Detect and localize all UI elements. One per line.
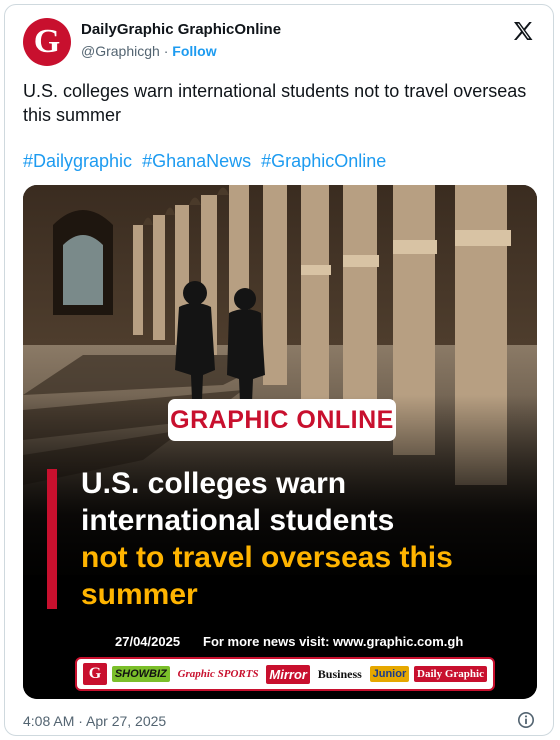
publication-logo: G — [83, 663, 107, 685]
headline-line: summer — [81, 578, 198, 611]
author-handle[interactable]: @Graphicgh — [81, 43, 160, 59]
info-icon[interactable] — [517, 711, 535, 729]
publication-logo: Graphic SPORTS — [177, 668, 259, 680]
media-visit-text: For more news visit: www.graphic.com.gh — [203, 634, 464, 649]
publication-logo: SHOWBIZ — [111, 666, 170, 682]
headline-line: not to travel overseas this — [81, 541, 453, 574]
publication-logo: Junior — [369, 666, 410, 682]
media-image[interactable]: GRAPHIC ONLINE U.S. colleges warn intern… — [23, 185, 537, 699]
handle-row: @Graphicgh · Follow — [81, 43, 217, 59]
headline-line: U.S. colleges warn — [81, 467, 347, 500]
brand-label: GRAPHIC ONLINE — [168, 399, 396, 441]
hashtag-link[interactable]: #Dailygraphic — [23, 151, 132, 171]
tweet-text: U.S. colleges warn international student… — [23, 81, 527, 125]
publication-logo: Mirror — [266, 664, 310, 684]
headline-line: international students — [81, 504, 395, 537]
hashtag-link[interactable]: #GhanaNews — [142, 151, 251, 171]
publication-logo: Business — [317, 666, 362, 681]
publication-strip: G SHOWBIZ Graphic SPORTS Mirror Business… — [75, 657, 495, 691]
headline-white: U.S. colleges warn international student… — [81, 465, 394, 539]
author-name[interactable]: DailyGraphic GraphicOnline — [81, 21, 281, 38]
follow-button[interactable]: Follow — [172, 43, 216, 59]
x-logo-icon[interactable] — [511, 19, 535, 43]
hashtags: #Dailygraphic #GhanaNews #GraphicOnline — [23, 151, 391, 172]
media-date: 27/04/2025 — [115, 634, 181, 649]
hashtag-link[interactable]: #GraphicOnline — [261, 151, 386, 171]
tweet-timestamp[interactable]: 4:08 AM · Apr 27, 2025 — [23, 713, 166, 729]
tweet-card: G DailyGraphic GraphicOnline @Graphicgh … — [4, 4, 554, 736]
avatar[interactable]: G — [23, 18, 71, 66]
publication-logo: Daily Graphic — [414, 666, 487, 682]
headline-yellow: not to travel overseas this summer — [81, 539, 453, 613]
avatar-letter: G — [33, 23, 61, 60]
headline-accent-bar — [47, 469, 57, 609]
separator: · — [163, 43, 169, 59]
